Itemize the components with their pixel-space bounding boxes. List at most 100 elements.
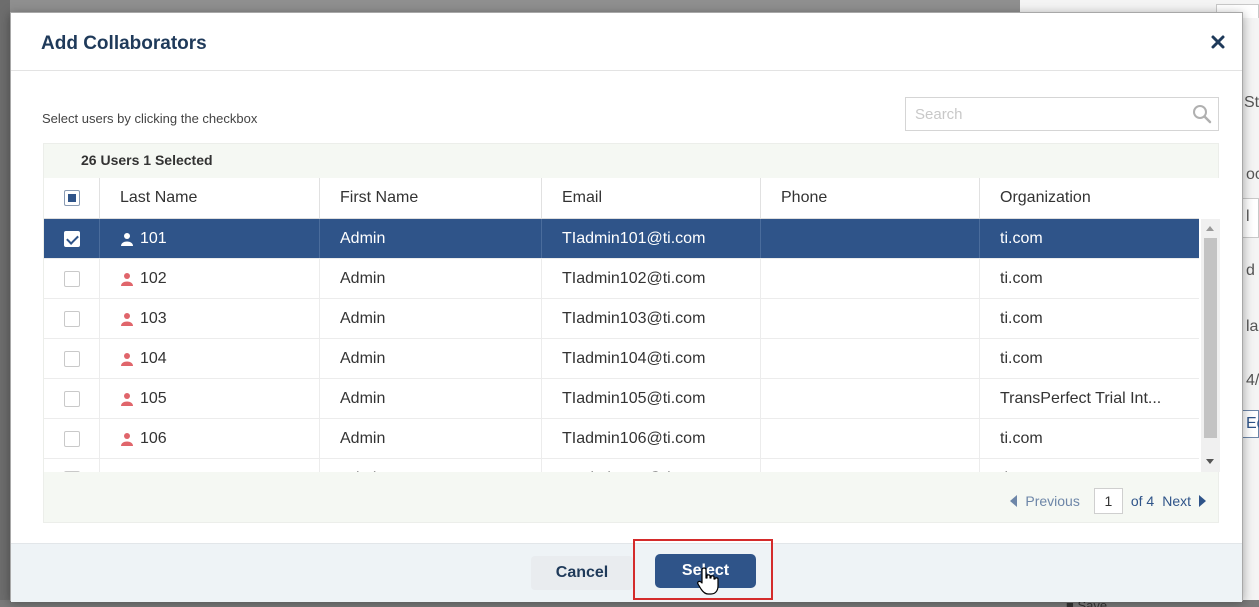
column-header-last-name[interactable]: Last Name [99,178,319,218]
organization-cell: ti.com [979,419,1199,458]
last-name: 103 [140,309,167,327]
first-name-cell: Admin [319,459,541,472]
organization-cell: ti.com [979,459,1199,472]
select-all-checkbox[interactable] [63,190,80,206]
page-count: of 4 [1130,493,1155,509]
users-table: Last Name First Name Email Phone Organiz… [44,178,1220,472]
column-header-organization[interactable]: Organization [979,178,1199,218]
last-name-cell: 107 [99,459,319,472]
organization-cell: ti.com [979,339,1199,378]
pagination: Previous of 4 Next [1010,488,1206,514]
dialog-footer: Cancel Select [11,539,1242,602]
table-row[interactable]: 102 Admin TIadmin102@ti.com ti.com [44,259,1199,299]
column-header-first-name[interactable]: First Name [319,178,541,218]
row-checkbox-cell [44,419,99,458]
table-scrollbar[interactable] [1201,219,1220,472]
first-name-cell: Admin [319,419,541,458]
user-icon [120,472,134,473]
table-header: Last Name First Name Email Phone Organiz… [44,178,1199,219]
cancel-button[interactable]: Cancel [531,556,633,590]
next-arrow-icon[interactable] [1199,495,1206,507]
row-checkbox[interactable] [63,270,80,287]
row-checkbox[interactable] [63,230,80,247]
instruction-text: Select users by clicking the checkbox [42,111,258,126]
last-name: 105 [140,389,167,407]
scroll-down-arrow-icon[interactable] [1206,459,1214,464]
hand-pointer-icon [697,567,719,595]
table-row[interactable]: 106 Admin TIadmin106@ti.com ti.com [44,419,1199,459]
user-icon [121,272,133,286]
first-name-cell: Admin [319,339,541,378]
row-checkbox-cell [44,259,99,298]
last-name: 101 [140,229,167,247]
last-name-cell: 103 [99,299,319,338]
table-row[interactable]: 107 Admin TIadmin107@ti.com 215-231-7052… [44,459,1199,472]
row-checkbox-cell [44,379,99,418]
user-icon [121,232,133,246]
organization-cell: ti.com [979,259,1199,298]
phone-cell [760,379,979,418]
last-name: 102 [140,269,167,287]
last-name-cell: 102 [99,259,319,298]
next-page-link[interactable]: Next [1162,493,1191,509]
background-fragment: oc [1246,166,1259,183]
first-name-cell: Admin [319,259,541,298]
organization-cell: ti.com [979,219,1199,258]
email-cell: TIadmin101@ti.com [541,219,760,258]
background-fragment: Ed [1246,415,1259,432]
last-name: 104 [140,349,167,367]
selection-summary: 26 Users 1 Selected [81,152,213,168]
search-input[interactable] [906,98,1176,130]
email-cell: TIadmin107@ti.com [541,459,760,472]
last-name-cell: 105 [99,379,319,418]
column-header-email[interactable]: Email [541,178,760,218]
last-name: 106 [140,429,167,447]
phone-cell [760,339,979,378]
previous-arrow-icon[interactable] [1010,495,1018,507]
email-cell: TIadmin104@ti.com [541,339,760,378]
table-row[interactable]: 105 Admin TIadmin105@ti.com TransPerfect… [44,379,1199,419]
row-checkbox-cell [44,299,99,338]
phone-cell [760,219,979,258]
search-icon[interactable] [1192,104,1212,124]
row-checkbox[interactable] [63,430,80,447]
first-name-cell: Admin [319,299,541,338]
phone-cell: 215-231-7052 [760,459,979,472]
email-cell: TIadmin106@ti.com [541,419,760,458]
email-cell: TIadmin105@ti.com [541,379,760,418]
email-cell: TIadmin103@ti.com [541,299,760,338]
phone-cell [760,419,979,458]
last-name-cell: 101 [99,219,319,258]
organization-cell: TransPerfect Trial Int... [979,379,1199,418]
column-header-phone[interactable]: Phone [760,178,979,218]
table-row[interactable]: 104 Admin TIadmin104@ti.com ti.com [44,339,1199,379]
scroll-up-arrow-icon[interactable] [1206,226,1214,231]
user-icon [121,432,133,446]
user-icon [121,312,133,326]
close-icon[interactable] [1210,34,1226,50]
row-checkbox-cell [44,339,99,378]
email-cell: TIadmin102@ti.com [541,259,760,298]
row-checkbox-cell [44,459,99,472]
last-name-cell: 106 [99,419,319,458]
user-icon [121,392,133,406]
background-fragment: la [1246,318,1259,335]
table-body: 101 Admin TIadmin101@ti.com ti.com 102 A… [44,219,1199,472]
background-fragment: 4/ [1246,372,1259,389]
background-fragment: l [1246,208,1250,225]
row-checkbox[interactable] [63,470,80,472]
table-row[interactable]: 103 Admin TIadmin103@ti.com ti.com [44,299,1199,339]
dialog-header: Add Collaborators [11,13,1242,71]
page-number-input[interactable] [1093,488,1123,514]
row-checkbox[interactable] [63,310,80,327]
row-checkbox[interactable] [63,390,80,407]
background-fragment: St [1244,94,1259,111]
previous-page-link[interactable]: Previous [1025,493,1079,509]
dialog-title: Add Collaborators [41,33,207,54]
phone-cell [760,259,979,298]
first-name-cell: Admin [319,379,541,418]
row-checkbox[interactable] [63,350,80,367]
table-row[interactable]: 101 Admin TIadmin101@ti.com ti.com [44,219,1199,259]
scrollbar-thumb[interactable] [1204,238,1217,438]
last-name-cell: 104 [99,339,319,378]
